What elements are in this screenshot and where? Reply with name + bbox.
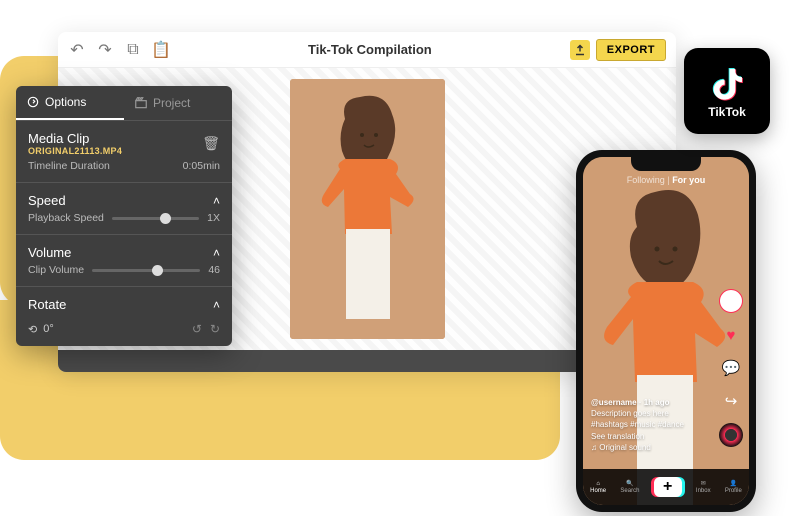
rotate-right-icon[interactable]: ↻ [210, 322, 220, 336]
inbox-icon: ✉ [701, 480, 706, 487]
speed-section-title: Speed [28, 193, 66, 208]
person-dancing-illustration [290, 79, 445, 339]
export-icon[interactable] [570, 40, 590, 60]
tab-project-label: Project [153, 96, 190, 110]
options-panel: Options Project Media Clip ORIGINAL21113… [16, 86, 232, 346]
project-title: Tik-Tok Compilation [170, 42, 570, 57]
volume-value: 46 [208, 264, 220, 276]
media-clip-filename: ORIGINAL21113.MP4 [28, 146, 122, 156]
see-translation[interactable]: See translation [591, 431, 684, 442]
rotate-section-title: Rotate [28, 297, 66, 312]
playback-speed-label: Playback Speed [28, 212, 104, 224]
trash-icon[interactable]: 🗑 [202, 135, 220, 152]
search-icon: 🔍 [626, 480, 633, 487]
tab-following[interactable]: Following [627, 175, 665, 185]
nav-search[interactable]: 🔍Search [620, 480, 639, 494]
username-line[interactable]: @username · 1h ago [591, 397, 684, 408]
speed-slider[interactable] [112, 217, 199, 220]
nav-home[interactable]: ⌂Home [590, 481, 606, 494]
avatar-icon[interactable] [719, 289, 743, 313]
redo-icon[interactable]: ↷ [96, 41, 114, 59]
share-icon[interactable]: ↪ [720, 390, 742, 412]
video-clip-preview[interactable] [290, 79, 445, 339]
rotate-value: 0° [43, 323, 54, 335]
heart-icon[interactable]: ♥ [720, 324, 742, 346]
home-icon: ⌂ [596, 481, 600, 487]
tab-foryou[interactable]: For you [672, 175, 705, 185]
clip-volume-label: Clip Volume [28, 264, 84, 276]
phone-notch [631, 157, 701, 171]
export-button[interactable]: EXPORT [596, 39, 666, 61]
copy-icon[interactable]: ⧉ [124, 41, 142, 59]
comment-icon[interactable]: 💬 [720, 357, 742, 379]
sound-disc-icon[interactable] [719, 423, 743, 447]
chevron-up-icon[interactable]: ˄ [213, 194, 220, 208]
tiktok-icon [707, 63, 747, 103]
speed-value: 1X [207, 212, 220, 224]
duration-label: Timeline Duration [28, 160, 110, 172]
chevron-up-icon[interactable]: ˄ [213, 298, 220, 312]
volume-section-title: Volume [28, 245, 71, 260]
tiktok-bottom-nav: ⌂Home 🔍Search + ✉Inbox 👤Profile [583, 469, 749, 505]
rotate-left-icon[interactable]: ↺ [192, 322, 202, 336]
tab-project[interactable]: Project [124, 86, 232, 120]
tab-options-label: Options [45, 95, 86, 109]
tiktok-top-tabs: Following | For you [583, 175, 749, 185]
undo-icon[interactable]: ↶ [68, 41, 86, 59]
wrench-icon [26, 95, 40, 109]
description-line: Description goes here [591, 408, 684, 419]
chevron-up-icon[interactable]: ˄ [213, 246, 220, 260]
volume-slider[interactable] [92, 269, 200, 272]
tiktok-logo-text: TikTok [708, 105, 746, 119]
phone-mockup: Following | For you ♥ 💬 ↪ @username · 1h… [576, 150, 756, 512]
tab-options[interactable]: Options [16, 86, 124, 120]
paste-icon[interactable]: 📋 [152, 41, 170, 59]
media-clip-title: Media Clip [28, 131, 122, 146]
tiktok-video-info: @username · 1h ago Description goes here… [591, 397, 684, 453]
nav-add-button[interactable]: + [654, 477, 682, 497]
duration-value: 0:05min [183, 160, 220, 172]
nav-inbox[interactable]: ✉Inbox [696, 480, 711, 494]
tiktok-logo-badge: TikTok [684, 48, 770, 134]
rotate-reset-icon[interactable]: ⟲ [28, 323, 37, 336]
nav-profile[interactable]: 👤Profile [725, 480, 742, 494]
clapper-icon [134, 96, 148, 110]
hashtags-line[interactable]: #hashtags #music #dance [591, 419, 684, 430]
editor-topbar: ↶ ↷ ⧉ 📋 Tik-Tok Compilation EXPORT [58, 32, 676, 68]
sound-line[interactable]: ♫ Original sound [591, 442, 684, 453]
profile-icon: 👤 [730, 480, 737, 487]
